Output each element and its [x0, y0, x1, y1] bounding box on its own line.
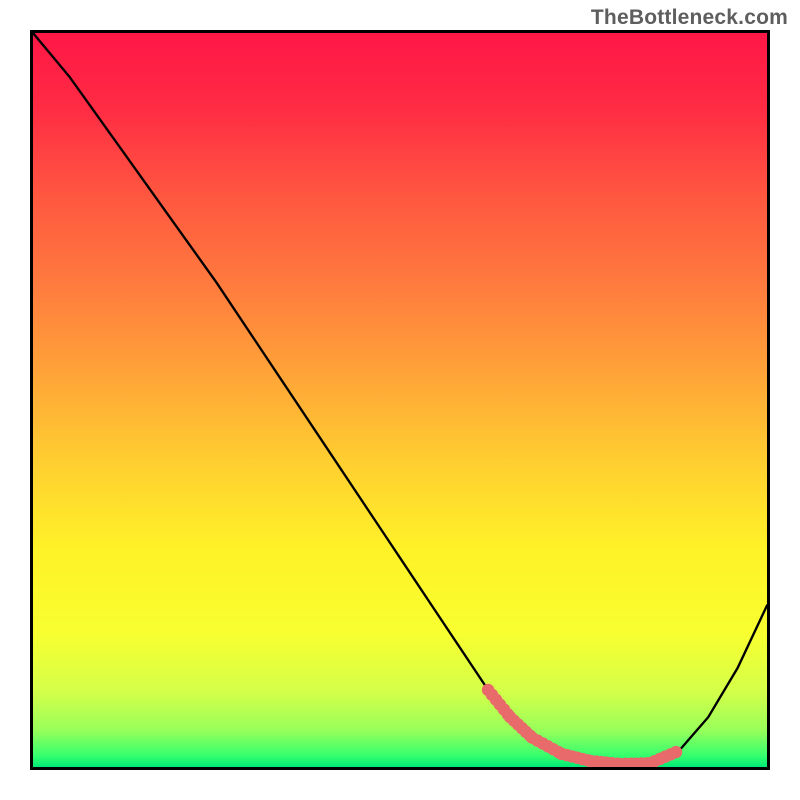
plot-area: [30, 30, 770, 770]
curve-layer: [33, 33, 767, 767]
watermark-text: TheBottleneck.com: [591, 6, 788, 30]
chart-container: TheBottleneck.com: [0, 0, 800, 800]
highlight-zone: [482, 684, 682, 767]
bottleneck-curve: [33, 33, 767, 764]
